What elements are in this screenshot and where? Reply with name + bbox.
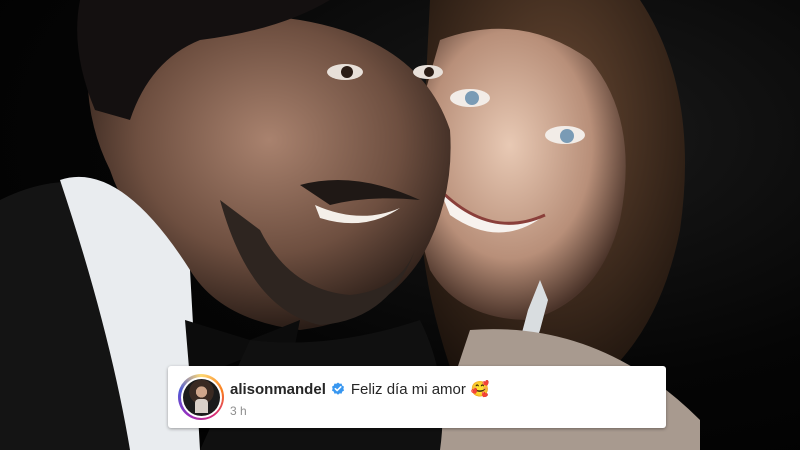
comment-username[interactable]: alisonmandel bbox=[230, 381, 326, 398]
comment-timestamp: 3 h bbox=[230, 404, 247, 418]
smiling-face-with-hearts-emoji: 🥰 bbox=[470, 381, 490, 398]
avatar[interactable] bbox=[182, 378, 220, 416]
story-ring[interactable] bbox=[178, 374, 224, 420]
comment-text: Feliz día mi amor bbox=[350, 380, 466, 398]
avatar-frame bbox=[180, 376, 222, 418]
verified-badge-icon bbox=[331, 382, 345, 396]
comment-line: alisonmandel Feliz día mi amor 🥰 bbox=[230, 380, 490, 399]
comment-card: alisonmandel Feliz día mi amor 🥰 3 h bbox=[168, 366, 666, 428]
